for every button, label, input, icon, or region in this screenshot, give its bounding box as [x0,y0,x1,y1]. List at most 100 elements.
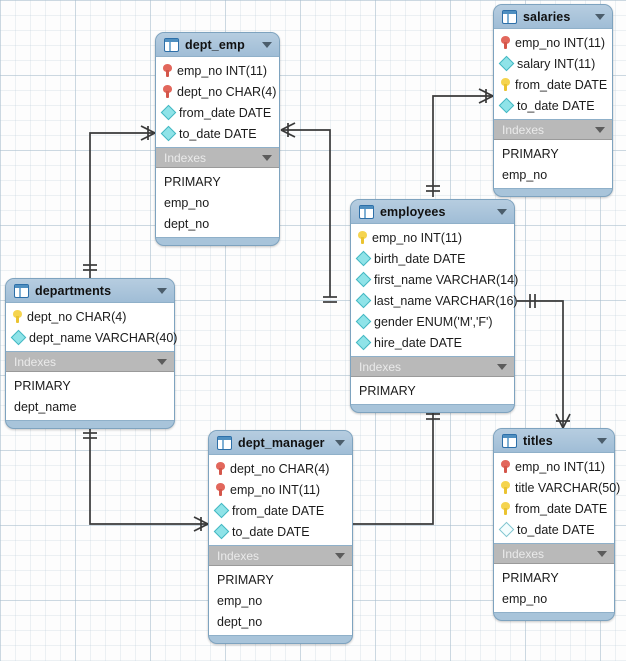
indexes-label: Indexes [217,548,260,563]
column-row[interactable]: to_date DATE [494,519,614,540]
column-row[interactable]: to_date DATE [494,95,612,116]
chevron-down-icon[interactable] [157,287,167,294]
chevron-down-icon[interactable] [157,358,167,365]
table-node-dept_manager[interactable]: dept_manager dept_no CHAR(4) emp_no INT(11… [208,430,353,644]
indexes-header[interactable]: Indexes [351,357,514,377]
index-row[interactable]: emp_no [156,192,279,213]
indexes-header[interactable]: Indexes [6,352,174,372]
indexes-header[interactable]: Indexes [209,546,352,566]
index-row[interactable]: dept_no [209,611,352,632]
index-row[interactable]: PRIMARY [6,375,174,396]
column-row[interactable]: from_date DATE [494,74,612,95]
index-list: PRIMARY emp_no [494,140,612,189]
table-name-label: salaries [523,9,571,24]
chevron-down-icon[interactable] [262,41,272,48]
index-row[interactable]: dept_no [156,213,279,234]
table-node-salaries[interactable]: salaries emp_no INT(11) salary INT(11) from… [493,4,613,197]
column-row[interactable]: emp_no INT(11) [156,60,279,81]
index-label: dept_no [164,216,210,231]
indexes-header[interactable]: Indexes [494,544,614,564]
table-name-label: dept_manager [238,435,325,450]
index-row[interactable]: PRIMARY [209,569,352,590]
indexes-header[interactable]: Indexes [494,120,612,140]
diamond-cyan-icon [160,125,177,142]
chevron-down-icon[interactable] [497,208,507,215]
column-row[interactable]: first_name VARCHAR(14) [351,269,518,290]
chevron-down-icon[interactable] [497,363,507,370]
table-icon [164,37,179,52]
column-label: last_name VARCHAR(16) [374,293,518,308]
table-header-titles[interactable]: titles [494,429,614,452]
column-row[interactable]: emp_no INT(11) [494,456,614,477]
key-red-icon [501,36,510,49]
table-header-salaries[interactable]: salaries [494,5,612,28]
index-row[interactable]: emp_no [209,590,352,611]
column-label: birth_date DATE [374,251,466,266]
column-label: to_date DATE [517,98,595,113]
column-row[interactable]: last_name VARCHAR(16) [351,290,518,311]
column-row[interactable]: emp_no INT(11) [494,32,612,53]
eer-diagram-canvas[interactable]: dept_emp emp_no INT(11) dept_no CHAR(4) fro… [0,0,626,661]
diamond-cyan-icon [213,502,230,519]
table-header-dept_manager[interactable]: dept_manager [209,431,352,454]
diamond-cyan-icon [355,250,372,267]
column-row[interactable]: dept_no CHAR(4) [209,458,352,479]
index-row[interactable]: PRIMARY [494,143,612,164]
table-node-dept_emp[interactable]: dept_emp emp_no INT(11) dept_no CHAR(4) fro… [155,32,280,246]
index-row[interactable]: dept_name [6,396,174,417]
column-row[interactable]: dept_name VARCHAR(40) [6,327,177,348]
diamond-cyan-icon [355,292,372,309]
column-row[interactable]: emp_no INT(11) [209,479,352,500]
diamond-cyan-icon [355,271,372,288]
rel-departments-dept_manager [89,422,206,525]
chevron-down-icon[interactable] [335,439,345,446]
column-row[interactable]: salary INT(11) [494,53,612,74]
column-row[interactable]: to_date DATE [156,123,279,144]
column-row[interactable]: to_date DATE [209,521,352,542]
table-name-label: departments [35,283,112,298]
column-row[interactable]: hire_date DATE [351,332,514,353]
index-row[interactable]: PRIMARY [494,567,614,588]
indexes-label: Indexes [14,354,57,369]
table-header-dept_emp[interactable]: dept_emp [156,33,279,56]
column-row[interactable]: title VARCHAR(50) [494,477,620,498]
column-row[interactable]: emp_no INT(11) [351,227,514,248]
column-list: dept_no CHAR(4) dept_name VARCHAR(40) [6,302,177,352]
table-header-departments[interactable]: departments [6,279,174,302]
index-label: emp_no [164,195,210,210]
column-list: emp_no INT(11) salary INT(11) from_date DA… [494,28,612,120]
column-row[interactable]: from_date DATE [494,498,614,519]
chevron-down-icon[interactable] [335,552,345,559]
index-row[interactable]: emp_no [494,164,612,185]
rel-employees-salaries [432,95,491,197]
chevron-down-icon[interactable] [597,437,607,444]
index-list: PRIMARY dept_name [6,372,174,421]
column-label: salary INT(11) [517,56,596,71]
column-row[interactable]: dept_no CHAR(4) [156,81,279,102]
diamond-cyan-icon [160,104,177,121]
index-row[interactable]: PRIMARY [156,171,279,192]
column-row[interactable]: from_date DATE [209,500,352,521]
column-label: gender ENUM('M','F') [374,314,493,329]
column-label: emp_no INT(11) [177,63,268,78]
table-node-departments[interactable]: departments dept_no CHAR(4) dept_name VARC… [5,278,177,429]
index-row[interactable]: PRIMARY [351,380,514,401]
table-header-employees[interactable]: employees [351,200,514,223]
column-list: emp_no INT(11) title VARCHAR(50) from_date… [494,452,620,544]
key-yellow-icon [13,310,22,323]
chevron-down-icon[interactable] [595,13,605,20]
column-row[interactable]: from_date DATE [156,102,279,123]
column-row[interactable]: dept_no CHAR(4) [6,306,174,327]
column-row[interactable]: birth_date DATE [351,248,514,269]
chevron-down-icon[interactable] [595,126,605,133]
table-node-employees[interactable]: employees emp_no INT(11) birth_date DATE fi… [350,199,518,413]
key-red-icon [216,462,225,475]
chevron-down-icon[interactable] [597,550,607,557]
indexes-header[interactable]: Indexes [156,148,279,168]
table-node-titles[interactable]: titles emp_no INT(11) title VARCHAR(50) fro… [493,428,620,621]
index-row[interactable]: emp_no [494,588,614,609]
index-list: PRIMARY emp_no [494,564,614,613]
index-label: PRIMARY [14,378,71,393]
chevron-down-icon[interactable] [262,154,272,161]
column-row[interactable]: gender ENUM('M','F') [351,311,514,332]
